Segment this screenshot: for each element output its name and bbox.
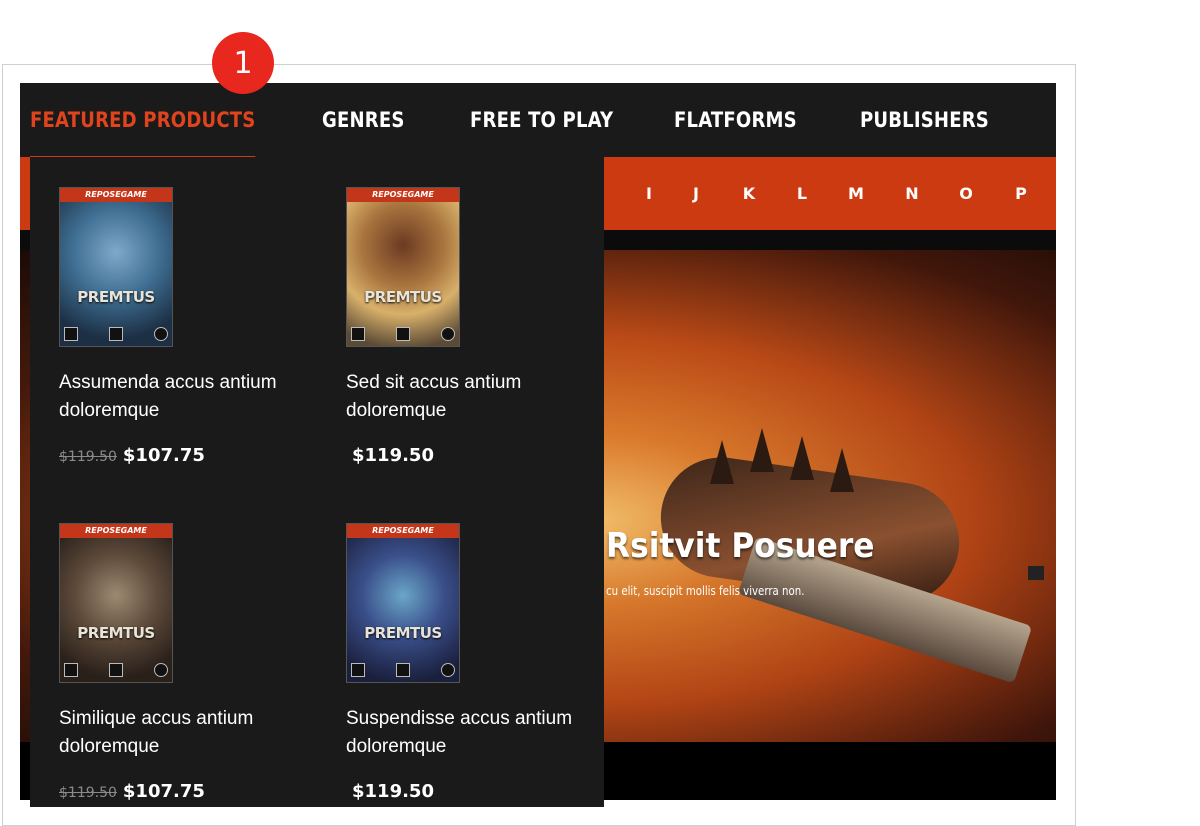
cover-art: [347, 202, 459, 346]
product-price: $119.50: [346, 445, 434, 466]
letter-n[interactable]: N: [902, 157, 922, 230]
current-price: $119.50: [352, 781, 434, 802]
cover-title: PREMTUS: [364, 624, 442, 642]
letter-k[interactable]: K: [739, 157, 759, 230]
cover-logos: [351, 326, 455, 342]
letter-p[interactable]: P: [1011, 157, 1031, 230]
nav-genres[interactable]: GENRES: [322, 83, 405, 157]
step-badge: 1: [212, 32, 274, 94]
hero-subtitle: cu elit, suscipit mollis felis viverra n…: [606, 584, 805, 598]
letter-i[interactable]: I: [639, 157, 659, 230]
publisher-tag: REPOSEGAME: [60, 524, 172, 538]
cover-title: PREMTUS: [364, 288, 442, 306]
cover-logos: [64, 662, 168, 678]
hero-art-spike: [710, 440, 734, 484]
product-name[interactable]: Similique accus antium doloremque: [59, 705, 299, 761]
product-name[interactable]: Assumenda accus antium doloremque: [59, 369, 299, 425]
hero-art-spike: [750, 428, 774, 472]
cover-title: PREMTUS: [77, 624, 155, 642]
cover-logos: [351, 662, 455, 678]
product-price: $119.50 $107.75: [59, 445, 205, 466]
current-price: $119.50: [352, 445, 434, 466]
product-name[interactable]: Sed sit accus antium doloremque: [346, 369, 586, 425]
old-price: $119.50: [59, 449, 117, 465]
letter-o[interactable]: O: [956, 157, 976, 230]
publisher-tag: REPOSEGAME: [347, 524, 459, 538]
letter-l[interactable]: L: [792, 157, 812, 230]
featured-products-dropdown: REPOSEGAME PREMTUS Assumenda accus antiu…: [30, 157, 604, 807]
letter-m[interactable]: M: [846, 157, 866, 230]
nav-flatforms[interactable]: FLATFORMS: [674, 83, 797, 157]
current-price: $107.75: [122, 445, 205, 466]
slider-dot[interactable]: [1028, 566, 1044, 580]
hero-title: Rsitvit Posuere: [606, 526, 875, 566]
nav-free-to-play[interactable]: FREE TO PLAY: [470, 83, 613, 157]
product-name[interactable]: Suspendisse accus antium doloremque: [346, 705, 586, 761]
cover-logos: [64, 326, 168, 342]
product-price: $119.50: [346, 781, 434, 802]
publisher-tag: REPOSEGAME: [60, 188, 172, 202]
cover-art: [60, 202, 172, 346]
letter-j[interactable]: J: [686, 157, 706, 230]
product-cover[interactable]: REPOSEGAME PREMTUS: [59, 187, 173, 347]
hero-art-spike: [830, 448, 854, 492]
old-price: $119.50: [59, 785, 117, 801]
cover-art: [60, 538, 172, 682]
product-price: $119.50 $107.75: [59, 781, 205, 802]
main-navigation: FEATURED PRODUCTS GENRES FREE TO PLAY FL…: [20, 83, 1056, 158]
hero-art-spike: [790, 436, 814, 480]
product-cover[interactable]: REPOSEGAME PREMTUS: [346, 523, 460, 683]
nav-featured-products[interactable]: FEATURED PRODUCTS: [30, 83, 256, 158]
nav-publishers[interactable]: PUBLISHERS: [860, 83, 989, 157]
cover-art: [347, 538, 459, 682]
current-price: $107.75: [122, 781, 205, 802]
product-cover[interactable]: REPOSEGAME PREMTUS: [346, 187, 460, 347]
publisher-tag: REPOSEGAME: [347, 188, 459, 202]
product-cover[interactable]: REPOSEGAME PREMTUS: [59, 523, 173, 683]
cover-title: PREMTUS: [77, 288, 155, 306]
